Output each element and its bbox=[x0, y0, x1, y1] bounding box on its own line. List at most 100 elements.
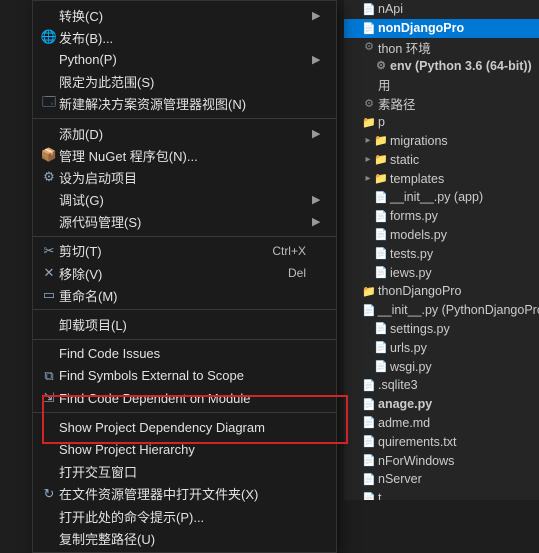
tree-item-label: nonDjangoPro bbox=[378, 21, 464, 35]
tree-item-label: 素路径 bbox=[378, 94, 416, 113]
tree-item[interactable]: 📁thonDjangoPro bbox=[344, 282, 539, 301]
menu-separator bbox=[33, 309, 336, 310]
menu-item-label: 调试(G) bbox=[59, 190, 306, 209]
menu-item[interactable]: 源代码管理(S)▶ bbox=[33, 211, 336, 233]
menu-item[interactable]: Show Project Hierarchy bbox=[33, 438, 336, 460]
file-icon: 📄 bbox=[374, 341, 388, 354]
menu-item-icon: ✕ bbox=[39, 265, 59, 281]
menu-item-label: 移除(V) bbox=[59, 264, 288, 283]
menu-item[interactable]: ✂剪切(T)Ctrl+X bbox=[33, 240, 336, 262]
menu-item[interactable]: 限定为此范围(S) bbox=[33, 71, 336, 93]
tree-item[interactable]: ▸📁migrations bbox=[344, 132, 539, 151]
file-icon: 📄 bbox=[362, 416, 376, 429]
file-icon: 📄 bbox=[362, 379, 376, 392]
menu-item[interactable]: 卸载项目(L) bbox=[33, 313, 336, 335]
tree-item[interactable]: 📄nApi bbox=[344, 0, 539, 19]
file-icon: 📄 bbox=[374, 322, 388, 335]
expand-arrow-icon[interactable]: ▸ bbox=[362, 135, 374, 146]
menu-item[interactable]: Find Code Issues bbox=[33, 343, 336, 365]
file-icon: 📄 bbox=[362, 454, 376, 467]
tree-item[interactable]: ⚙素路径 bbox=[344, 94, 539, 113]
tree-item[interactable]: ⚙env (Python 3.6 (64-bit)) bbox=[344, 56, 539, 75]
menu-separator bbox=[33, 118, 336, 119]
tree-item[interactable]: 📄t bbox=[344, 489, 539, 500]
menu-item[interactable]: ⇲Find Code Dependent on Module bbox=[33, 387, 336, 409]
expand-arrow-icon[interactable]: ▸ bbox=[362, 173, 374, 184]
tree-item[interactable]: 📄__init__.py (PythonDjangoPro) bbox=[344, 301, 539, 320]
menu-item-label: Show Project Hierarchy bbox=[59, 442, 306, 457]
menu-item[interactable]: ▭重命名(M) bbox=[33, 284, 336, 306]
tree-item[interactable]: 📄__init__.py (app) bbox=[344, 188, 539, 207]
folder-icon: 📁 bbox=[374, 172, 388, 185]
tree-item[interactable]: 📄wsgi.py bbox=[344, 357, 539, 376]
menu-item[interactable]: 🗔新建解决方案资源管理器视图(N) bbox=[33, 93, 336, 115]
menu-item-icon: ⧉ bbox=[39, 368, 59, 384]
menu-item[interactable]: ✕移除(V)Del bbox=[33, 262, 336, 284]
tree-item[interactable]: ▸📁static bbox=[344, 150, 539, 169]
tree-item[interactable]: 用 bbox=[344, 75, 539, 94]
menu-item[interactable]: Show Project Dependency Diagram bbox=[33, 416, 336, 438]
menu-item-icon: ⚙ bbox=[39, 169, 59, 185]
tree-item-label: env (Python 3.6 (64-bit)) bbox=[390, 59, 532, 73]
menu-item-label: Find Code Issues bbox=[59, 346, 306, 361]
tree-item[interactable]: 📄forms.py bbox=[344, 207, 539, 226]
tree-item[interactable]: 📄tests.py bbox=[344, 244, 539, 263]
tree-item-label: models.py bbox=[390, 228, 447, 242]
submenu-arrow-icon: ▶ bbox=[312, 215, 322, 228]
tree-item-label: forms.py bbox=[390, 209, 438, 223]
tree-item[interactable]: 📄nServer bbox=[344, 470, 539, 489]
menu-item[interactable]: 调试(G)▶ bbox=[33, 189, 336, 211]
tree-item[interactable]: 📄.sqlite3 bbox=[344, 376, 539, 395]
tree-item-label: tests.py bbox=[390, 247, 433, 261]
tree-item[interactable]: 📁p bbox=[344, 113, 539, 132]
tree-item[interactable]: 📄urls.py bbox=[344, 338, 539, 357]
menu-item[interactable]: ⧉Find Symbols External to Scope bbox=[33, 365, 336, 387]
menu-item[interactable]: 🌐发布(B)... bbox=[33, 26, 336, 48]
tree-item[interactable]: ⚙thon 环境 bbox=[344, 38, 539, 57]
tree-item-label: wsgi.py bbox=[390, 360, 432, 374]
tree-item-label: __init__.py (app) bbox=[390, 190, 483, 204]
menu-item[interactable]: ⚙设为启动项目 bbox=[33, 166, 336, 188]
tree-item[interactable]: 📄nonDjangoPro bbox=[344, 19, 539, 38]
menu-item[interactable]: 打开交互窗口 bbox=[33, 461, 336, 483]
tree-item[interactable]: 📄nForWindows bbox=[344, 451, 539, 470]
submenu-arrow-icon: ▶ bbox=[312, 9, 322, 22]
tree-item-label: 用 bbox=[378, 75, 391, 94]
menu-item[interactable]: 📦管理 NuGet 程序包(N)... bbox=[33, 144, 336, 166]
menu-item[interactable]: ↻在文件资源管理器中打开文件夹(X) bbox=[33, 483, 336, 505]
tree-item[interactable]: 📄settings.py bbox=[344, 320, 539, 339]
tree-item[interactable]: 📄adme.md bbox=[344, 414, 539, 433]
editor-gutter bbox=[0, 0, 32, 500]
tree-item[interactable]: 📄models.py bbox=[344, 226, 539, 245]
tree-item[interactable]: 📄quirements.txt bbox=[344, 432, 539, 451]
menu-item[interactable]: 转换(C)▶ bbox=[33, 4, 336, 26]
menu-item[interactable]: 打开此处的命令提示(P)... bbox=[33, 505, 336, 527]
tree-item[interactable]: ▸📁templates bbox=[344, 169, 539, 188]
context-menu: 转换(C)▶🌐发布(B)...Python(P)▶限定为此范围(S)🗔新建解决方… bbox=[32, 0, 337, 553]
tree-item-label: nServer bbox=[378, 472, 422, 486]
file-icon: 📄 bbox=[362, 3, 376, 16]
menu-item[interactable]: 添加(D)▶ bbox=[33, 122, 336, 144]
tree-item-label: __init__.py (PythonDjangoPro) bbox=[378, 303, 539, 317]
menu-item-label: 限定为此范围(S) bbox=[59, 72, 306, 91]
tree-item[interactable]: 📄iews.py bbox=[344, 263, 539, 282]
tree-item-label: nApi bbox=[378, 2, 403, 16]
tree-item-label: p bbox=[378, 115, 385, 129]
tree-item-label: templates bbox=[390, 172, 444, 186]
menu-item-shortcut: Del bbox=[288, 266, 306, 280]
menu-separator bbox=[33, 236, 336, 237]
menu-item-icon: 🗔 bbox=[39, 93, 59, 115]
menu-item-label: 重命名(M) bbox=[59, 286, 306, 305]
menu-item[interactable]: 复制完整路径(U) bbox=[33, 527, 336, 549]
tree-item[interactable]: 📄anage.py bbox=[344, 395, 539, 414]
menu-item[interactable]: Python(P)▶ bbox=[33, 48, 336, 70]
gear-icon: ⚙ bbox=[362, 40, 376, 53]
tree-item-label: nForWindows bbox=[378, 454, 454, 468]
expand-arrow-icon[interactable]: ▸ bbox=[362, 154, 374, 165]
menu-item-label: 打开交互窗口 bbox=[59, 462, 306, 481]
file-icon: 📄 bbox=[374, 228, 388, 241]
menu-item-label: 新建解决方案资源管理器视图(N) bbox=[59, 94, 306, 113]
menu-item-label: Find Code Dependent on Module bbox=[59, 391, 306, 406]
file-icon: 📄 bbox=[362, 435, 376, 448]
file-icon: 📄 bbox=[374, 247, 388, 260]
